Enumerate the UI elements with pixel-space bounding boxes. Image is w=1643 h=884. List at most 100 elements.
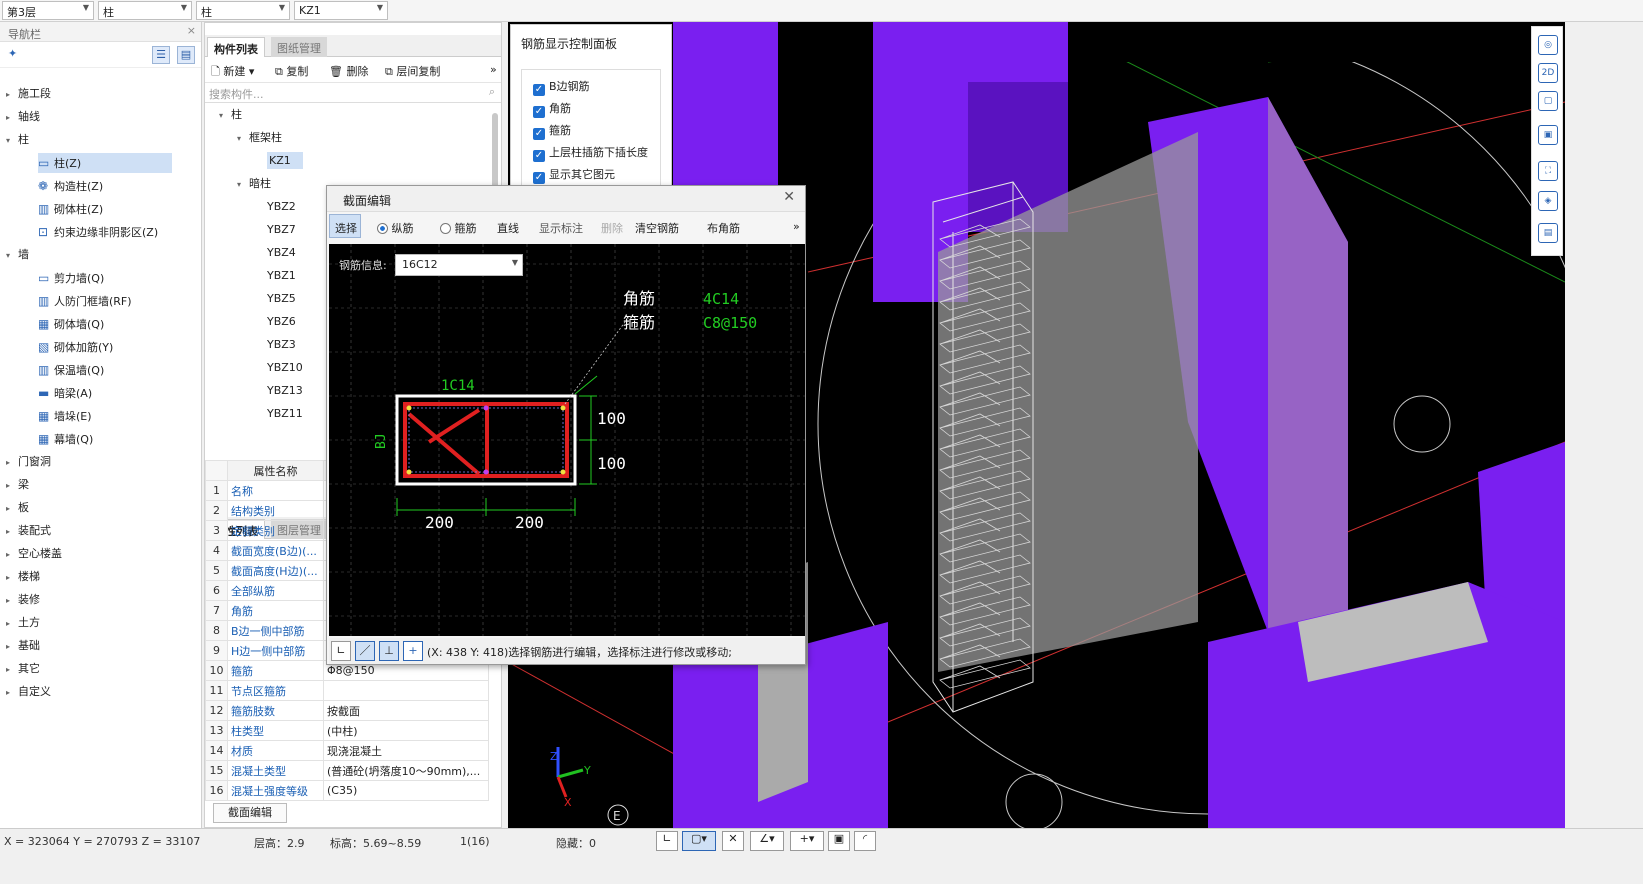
component-tree-item[interactable]: ▾ 柱 <box>219 105 242 125</box>
type-select-1[interactable]: 柱 ▼ <box>98 1 192 20</box>
collapse-icon[interactable]: ▸ <box>6 85 18 105</box>
expand-icon[interactable]: ▾ <box>6 246 18 266</box>
cross-icon[interactable]: ✕ <box>722 831 744 851</box>
corner-rebar-tool[interactable]: 布角筋 <box>707 220 740 236</box>
more-icon[interactable]: » <box>793 220 800 233</box>
3d-cube-icon[interactable]: ▢ <box>1538 91 1558 111</box>
offset-icon[interactable]: +▾ <box>790 831 824 851</box>
select-tool[interactable]: 选择 <box>335 220 357 236</box>
diagonal-tie-2[interactable] <box>427 408 481 444</box>
corner-rebar[interactable] <box>406 405 412 411</box>
collapse-icon[interactable]: ▸ <box>6 591 18 611</box>
property-row[interactable]: 15 混凝土类型 (普通砼(坍落度10～90mm),... <box>205 760 489 781</box>
side-rebar[interactable] <box>483 469 489 475</box>
collapse-icon[interactable]: ▸ <box>6 637 18 657</box>
corner-rebar[interactable] <box>560 405 566 411</box>
clear-rebar-tool[interactable]: 清空钢筋 <box>635 220 679 236</box>
box-select-icon[interactable]: ◈ <box>1538 191 1558 211</box>
component-tree-item[interactable]: ▾ 框架柱 <box>237 128 282 148</box>
component-tree-item[interactable]: YBZ11 <box>267 404 303 424</box>
property-row[interactable]: 13 柱类型 (中柱) <box>205 720 489 741</box>
search-icon[interactable]: ⌕ <box>489 85 495 99</box>
collapse-icon[interactable]: ▸ <box>6 453 18 473</box>
nav-item[interactable]: ▸ 轴线 <box>6 107 196 127</box>
collapse-icon[interactable]: ▸ <box>6 614 18 634</box>
component-tree-item[interactable]: YBZ5 <box>267 289 296 309</box>
component-tree-item[interactable]: YBZ3 <box>267 335 296 355</box>
diagonal-tie[interactable] <box>407 412 481 476</box>
copy-button[interactable]: ⧉ 复制 <box>275 63 308 79</box>
new-button[interactable]: 🗋 新建 ▾ <box>211 63 254 82</box>
annotation-corner-value[interactable]: 4C14 <box>703 290 739 308</box>
nav-item[interactable]: ▧ 砌体加筋(Y) <box>38 337 198 357</box>
nav-item[interactable]: ▭ 柱(Z) <box>38 153 172 173</box>
collapse-icon[interactable]: ▸ <box>6 683 18 703</box>
collapse-icon[interactable]: ▸ <box>6 568 18 588</box>
nav-item[interactable]: ▦ 砌体墙(Q) <box>38 314 198 334</box>
rebar-option-checkbox[interactable]: ✓ 显示其它图元 <box>533 165 615 185</box>
expand-icon[interactable]: ▾ <box>6 131 18 151</box>
section-edit-button[interactable]: 截面编辑 <box>213 803 287 823</box>
zoom-extent-icon[interactable]: ⛶ <box>1538 161 1558 181</box>
tab-component-list[interactable]: 构件列表 <box>207 37 265 57</box>
nav-item[interactable]: ▾ 墙 <box>6 245 196 265</box>
ortho-snap-icon[interactable]: ∟ <box>331 641 351 661</box>
nav-item[interactable]: ▦ 墙垛(E) <box>38 406 198 426</box>
collapse-icon[interactable]: ▸ <box>6 499 18 519</box>
component-select[interactable]: KZ1 ▼ <box>294 1 388 20</box>
collapse-icon[interactable]: ▸ <box>6 476 18 496</box>
expand-icon[interactable]: ▾ <box>237 175 249 195</box>
nav-item[interactable]: ▥ 人防门框墙(RF) <box>38 291 198 311</box>
detail-view-icon[interactable]: ▤ <box>177 46 195 64</box>
arc-icon[interactable]: ◜ <box>854 831 876 851</box>
annotation-stirrup-value[interactable]: C8@150 <box>703 314 757 332</box>
component-tree-item[interactable]: YBZ1 <box>267 266 296 286</box>
side-rebar[interactable] <box>483 405 489 411</box>
nav-item[interactable]: ▸ 板 <box>6 498 196 518</box>
line-tool[interactable]: 直线 <box>497 220 519 236</box>
delete-tool[interactable]: 删除 <box>601 220 623 236</box>
property-row[interactable]: 11 节点区箍筋 <box>205 680 489 701</box>
report-icon[interactable]: ▤ <box>1538 223 1558 243</box>
nav-item[interactable]: ▸ 梁 <box>6 475 196 495</box>
corner-rebar[interactable] <box>560 469 566 475</box>
add-snap-icon[interactable]: + <box>403 641 423 661</box>
pin-icon[interactable]: ✦ <box>8 47 17 60</box>
nav-item[interactable]: ▸ 装修 <box>6 590 196 610</box>
nav-item[interactable]: ▭ 剪力墙(Q) <box>38 268 198 288</box>
more-icon[interactable]: » <box>490 63 497 76</box>
nav-item[interactable]: ▸ 空心楼盖 <box>6 544 196 564</box>
dim-height-top[interactable]: 100 <box>597 409 626 428</box>
nav-item[interactable]: ▸ 自定义 <box>6 682 196 702</box>
ortho-icon[interactable]: ∟ <box>656 831 678 851</box>
component-tree-item[interactable]: YBZ7 <box>267 220 296 240</box>
section-canvas[interactable]: 钢筋信息: 1C14 BJ 200 200 100 100 角筋 箍筋 4C14… <box>329 244 805 636</box>
collapse-icon[interactable]: ▸ <box>6 108 18 128</box>
property-row[interactable]: 14 材质 现浇混凝土 <box>205 740 489 761</box>
property-value[interactable]: 按截面 <box>323 700 489 721</box>
component-search[interactable]: 搜索构件... ⌕ <box>205 83 501 103</box>
property-value[interactable]: (C35) <box>323 780 489 801</box>
rebar-option-checkbox[interactable]: ✓ 上层柱插筋下插长度 <box>533 143 648 163</box>
nav-item[interactable]: ⊡ 约束边缘非阴影区(Z) <box>38 222 198 242</box>
collapse-icon[interactable]: ▸ <box>6 660 18 680</box>
longitudinal-radio[interactable]: 纵筋 <box>377 220 414 236</box>
stirrup-radio[interactable]: 箍筋 <box>440 220 477 236</box>
nav-item[interactable]: ❁ 构造柱(Z) <box>38 176 198 196</box>
nav-item[interactable]: ▸ 其它 <box>6 659 196 679</box>
2d-view-icon[interactable]: 2D <box>1538 63 1558 83</box>
nav-item[interactable]: ▥ 砌体柱(Z) <box>38 199 198 219</box>
corner-rebar[interactable] <box>406 469 412 475</box>
angle-icon[interactable]: ∠▾ <box>750 831 784 851</box>
dim-height-bottom[interactable]: 100 <box>597 454 626 473</box>
perpendicular-snap-icon[interactable]: ⊥ <box>379 641 399 661</box>
floor-copy-button[interactable]: ⧉ 层间复制 <box>385 63 440 79</box>
component-tree-item[interactable]: ▾ 暗柱 <box>237 174 271 194</box>
component-tree-item[interactable]: YBZ4 <box>267 243 296 263</box>
rebar-info-select[interactable]: 16C12 ▼ <box>395 254 523 276</box>
dim-width-right[interactable]: 200 <box>515 513 544 532</box>
solid-cube-icon[interactable]: ▣ <box>1538 125 1558 145</box>
property-row[interactable]: 16 混凝土强度等级 (C35) <box>205 780 489 801</box>
collapse-icon[interactable]: ▸ <box>6 522 18 542</box>
component-tree-item[interactable]: YBZ10 <box>267 358 303 378</box>
